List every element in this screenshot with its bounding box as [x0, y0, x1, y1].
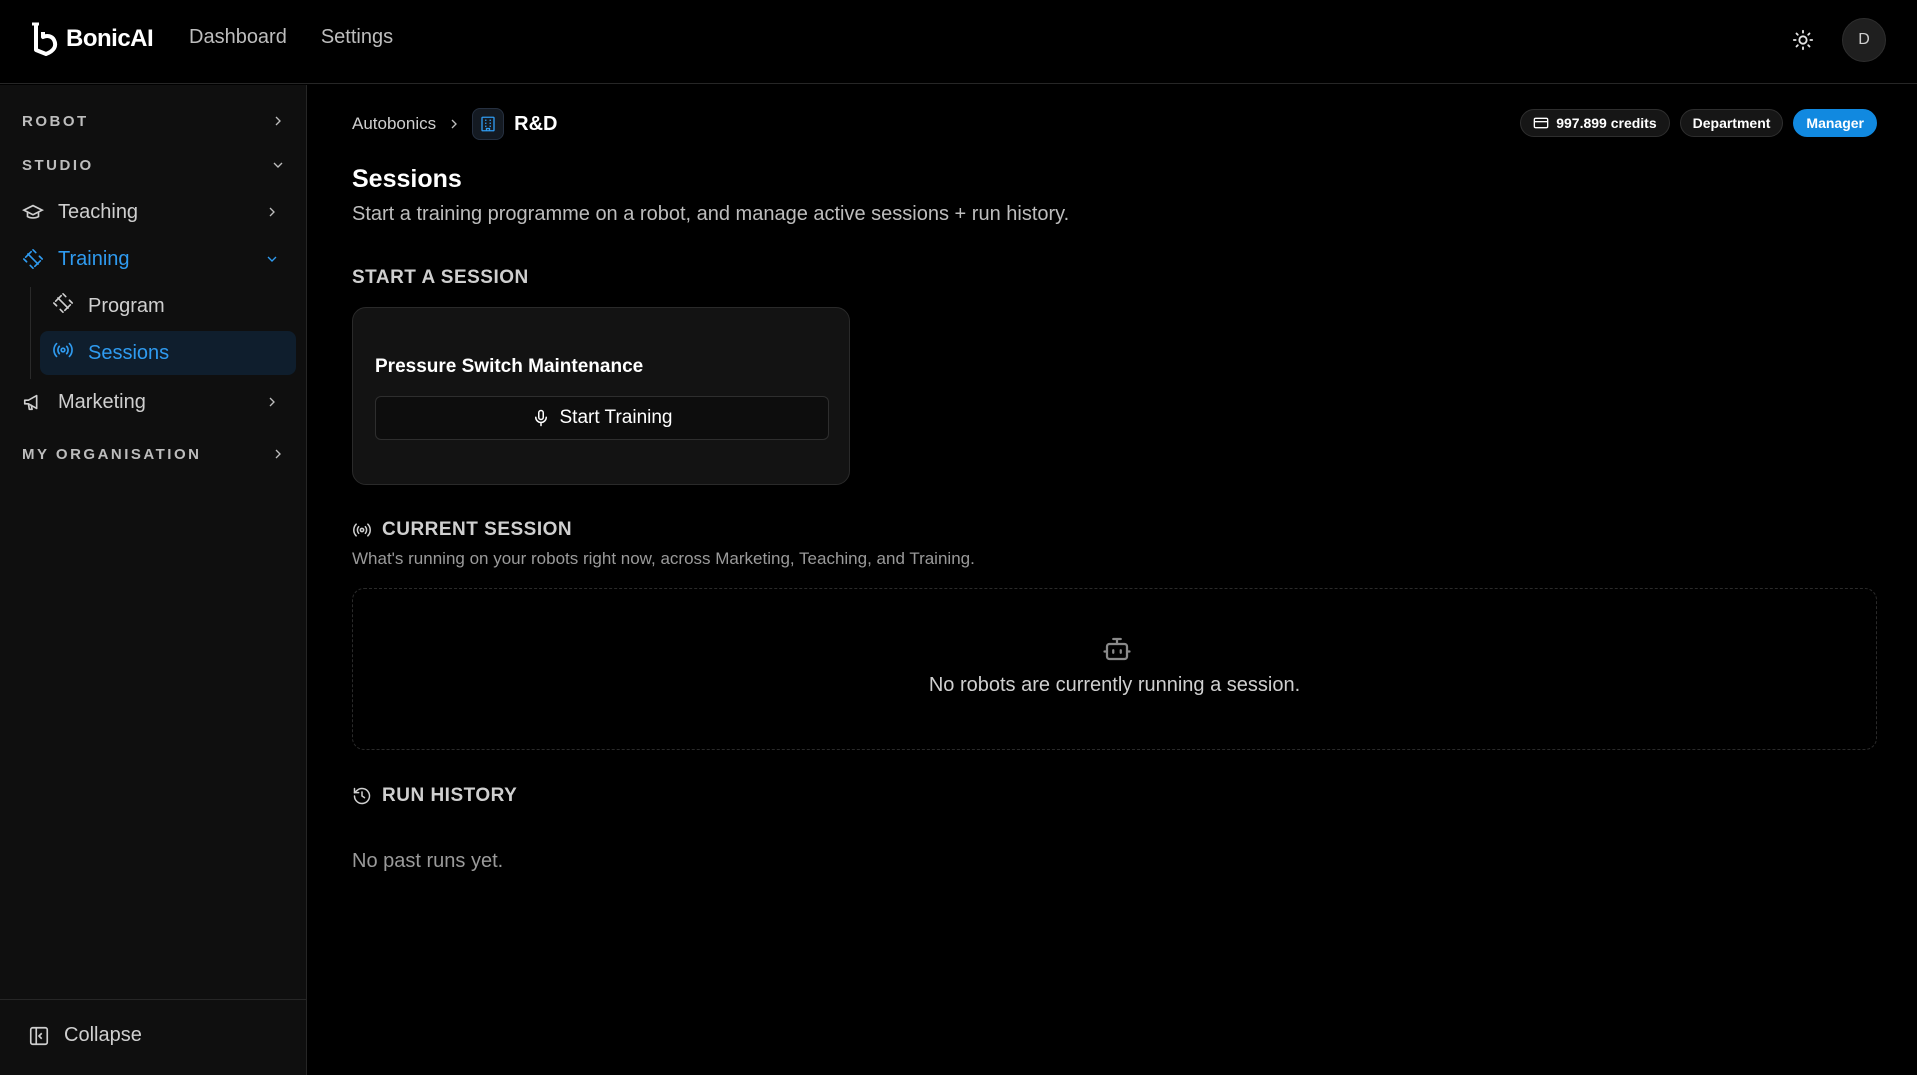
credits-value: 997.899 credits: [1556, 115, 1657, 131]
run-history-empty: No past runs yet.: [352, 850, 504, 872]
collapse-button[interactable]: Collapse: [28, 1024, 142, 1047]
breadcrumb-root[interactable]: Autobonics: [352, 114, 436, 134]
credit-card-icon: [1533, 117, 1549, 129]
sidebar-item-training[interactable]: Training: [22, 239, 286, 279]
broadcast-icon: [353, 523, 371, 537]
brand-logo[interactable]: BonicAI: [30, 22, 154, 56]
program-title: Pressure Switch Maintenance: [375, 356, 644, 377]
sidebar-item-label: Marketing: [58, 390, 146, 413]
brand-name: BonicAI: [66, 25, 154, 52]
chevron-right-icon: [275, 449, 281, 459]
sidebar-subitem-sessions[interactable]: Sessions: [40, 331, 296, 375]
page-title: Sessions: [352, 165, 462, 193]
sidebar-section-my-organisation[interactable]: MY ORGANISATION: [22, 440, 286, 468]
section-label: RUN HISTORY: [382, 785, 518, 806]
microphone-icon: [534, 409, 547, 427]
sidebar-section-robot[interactable]: ROBOT: [22, 107, 286, 135]
chevron-down-icon: [273, 162, 283, 168]
broadcast-icon: [52, 339, 74, 367]
chevron-right-icon: [269, 397, 275, 407]
section-label: ROBOT: [22, 112, 89, 130]
current-session-heading: CURRENT SESSION: [352, 519, 572, 541]
sidebar-subitem-program[interactable]: Program: [40, 284, 296, 328]
chevron-right-icon: [269, 207, 275, 217]
breadcrumb-current: R&D: [514, 112, 558, 135]
sidebar-item-label: Training: [58, 247, 130, 270]
nav-dashboard[interactable]: Dashboard: [189, 26, 287, 49]
sun-icon: [1792, 29, 1814, 51]
header-badges: 997.899 credits Department Manager: [1520, 109, 1877, 137]
robot-icon: [1103, 637, 1131, 661]
graduation-cap-icon: [22, 201, 44, 223]
bonicai-logo-icon: [32, 22, 58, 56]
sidebar-section-studio[interactable]: STUDIO: [22, 151, 286, 179]
sidebar-item-label: Teaching: [58, 200, 139, 223]
sidebar-subitem-label: Program: [88, 294, 165, 317]
megaphone-icon: [22, 391, 44, 413]
start-session-heading: START A SESSION: [352, 267, 529, 289]
building-icon: [472, 108, 505, 140]
page-subtitle: Start a training programme on a robot, a…: [352, 203, 1070, 225]
section-label: START A SESSION: [352, 267, 529, 288]
collapse-label: Collapse: [64, 1024, 142, 1046]
program-card: Pressure Switch Maintenance Start Traini…: [352, 307, 850, 485]
section-label: STUDIO: [22, 156, 94, 174]
role-badge: Manager: [1793, 109, 1877, 137]
chevron-right-icon: [451, 119, 458, 129]
credits-badge: 997.899 credits: [1520, 109, 1670, 137]
panel-collapse-icon: [29, 1026, 49, 1045]
department-badge: Department: [1679, 109, 1784, 137]
sidebar-footer: Collapse: [0, 999, 306, 1075]
section-label: CURRENT SESSION: [382, 519, 573, 540]
history-icon: [353, 787, 371, 805]
section-label: MY ORGANISATION: [22, 445, 202, 463]
sidebar-item-teaching[interactable]: Teaching: [22, 192, 286, 232]
top-nav: Dashboard Settings: [189, 26, 393, 49]
theme-toggle-button[interactable]: [1790, 27, 1816, 53]
dumbbell-icon: [52, 292, 74, 320]
run-history-heading: RUN HISTORY: [352, 785, 517, 807]
start-training-label: Start Training: [559, 407, 673, 428]
current-session-description: What's running on your robots right now,…: [352, 549, 975, 568]
submenu-guide-line: [30, 287, 31, 379]
sidebar: ROBOT STUDIO Teaching Training Program S…: [0, 85, 307, 1075]
chevron-right-icon: [275, 116, 281, 126]
sidebar-subitem-label: Sessions: [88, 341, 170, 364]
start-training-button[interactable]: Start Training: [375, 396, 829, 440]
breadcrumb: Autobonics R&D: [352, 107, 557, 141]
sidebar-item-marketing[interactable]: Marketing: [22, 382, 286, 422]
dumbbell-icon: [22, 248, 44, 270]
user-avatar[interactable]: D: [1842, 18, 1886, 62]
chevron-down-icon: [267, 256, 277, 262]
top-bar: BonicAI Dashboard Settings D: [0, 0, 1917, 84]
empty-state-text: No robots are currently running a sessio…: [928, 674, 1301, 696]
nav-settings[interactable]: Settings: [321, 26, 393, 49]
current-session-empty-state: No robots are currently running a sessio…: [352, 588, 1877, 750]
